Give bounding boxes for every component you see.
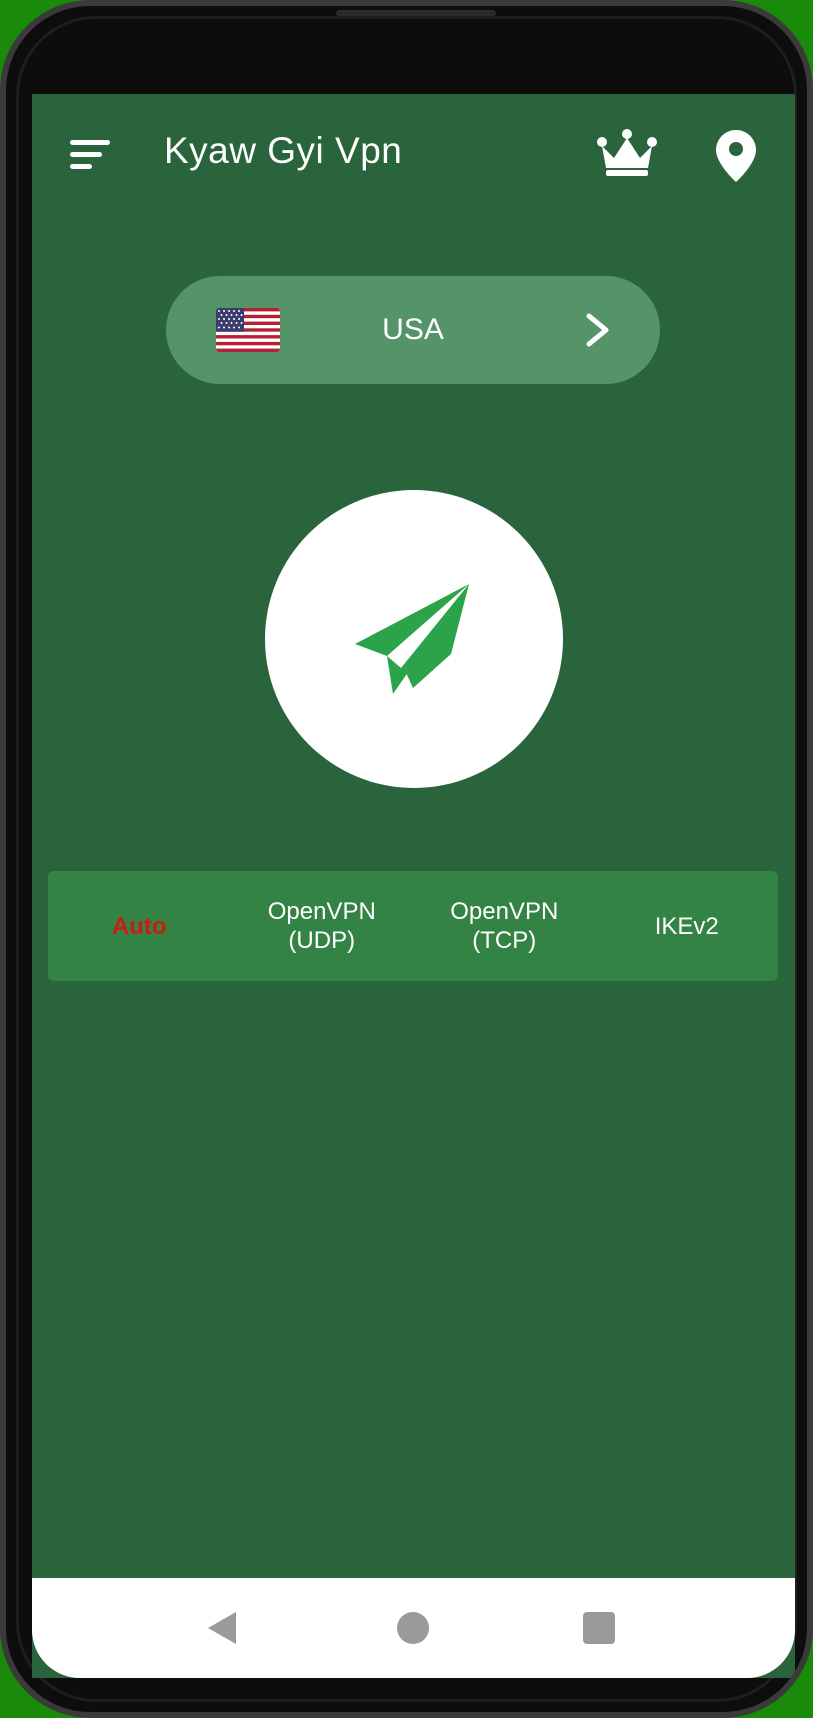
- protocol-option-openvpn-tcp[interactable]: OpenVPN (TCP): [413, 871, 596, 981]
- server-selector[interactable]: USA: [166, 276, 660, 384]
- protocol-option-auto[interactable]: Auto: [48, 871, 231, 981]
- home-circle-icon[interactable]: [397, 1612, 429, 1644]
- menu-icon[interactable]: [70, 138, 114, 172]
- protocol-option-ikev2[interactable]: IKEv2: [596, 871, 779, 981]
- protocol-label: Auto: [111, 912, 167, 940]
- location-pin-icon[interactable]: [716, 130, 756, 182]
- paper-plane-icon: [351, 576, 477, 702]
- crown-icon[interactable]: [596, 128, 658, 178]
- app-screen: Kyaw Gyi Vpn USA Auto OpenVPN (UDP) Open…: [32, 94, 795, 1678]
- connect-button[interactable]: [265, 490, 563, 788]
- back-triangle-icon[interactable]: [206, 1610, 238, 1646]
- chevron-right-icon: [584, 312, 612, 348]
- system-nav-bar: [32, 1578, 795, 1678]
- recents-square-icon[interactable]: [583, 1612, 615, 1644]
- phone-frame: Kyaw Gyi Vpn USA Auto OpenVPN (UDP) Open…: [0, 0, 813, 1718]
- protocol-label: IKEv2: [654, 912, 719, 940]
- speaker-grille: [336, 10, 496, 16]
- protocol-label: OpenVPN (UDP): [267, 898, 376, 954]
- protocol-selector: Auto OpenVPN (UDP) OpenVPN (TCP) IKEv2: [48, 871, 778, 981]
- protocol-label: OpenVPN (TCP): [450, 898, 559, 954]
- protocol-option-openvpn-udp[interactable]: OpenVPN (UDP): [231, 871, 414, 981]
- app-bar: Kyaw Gyi Vpn: [32, 94, 795, 204]
- app-title: Kyaw Gyi Vpn: [164, 130, 403, 171]
